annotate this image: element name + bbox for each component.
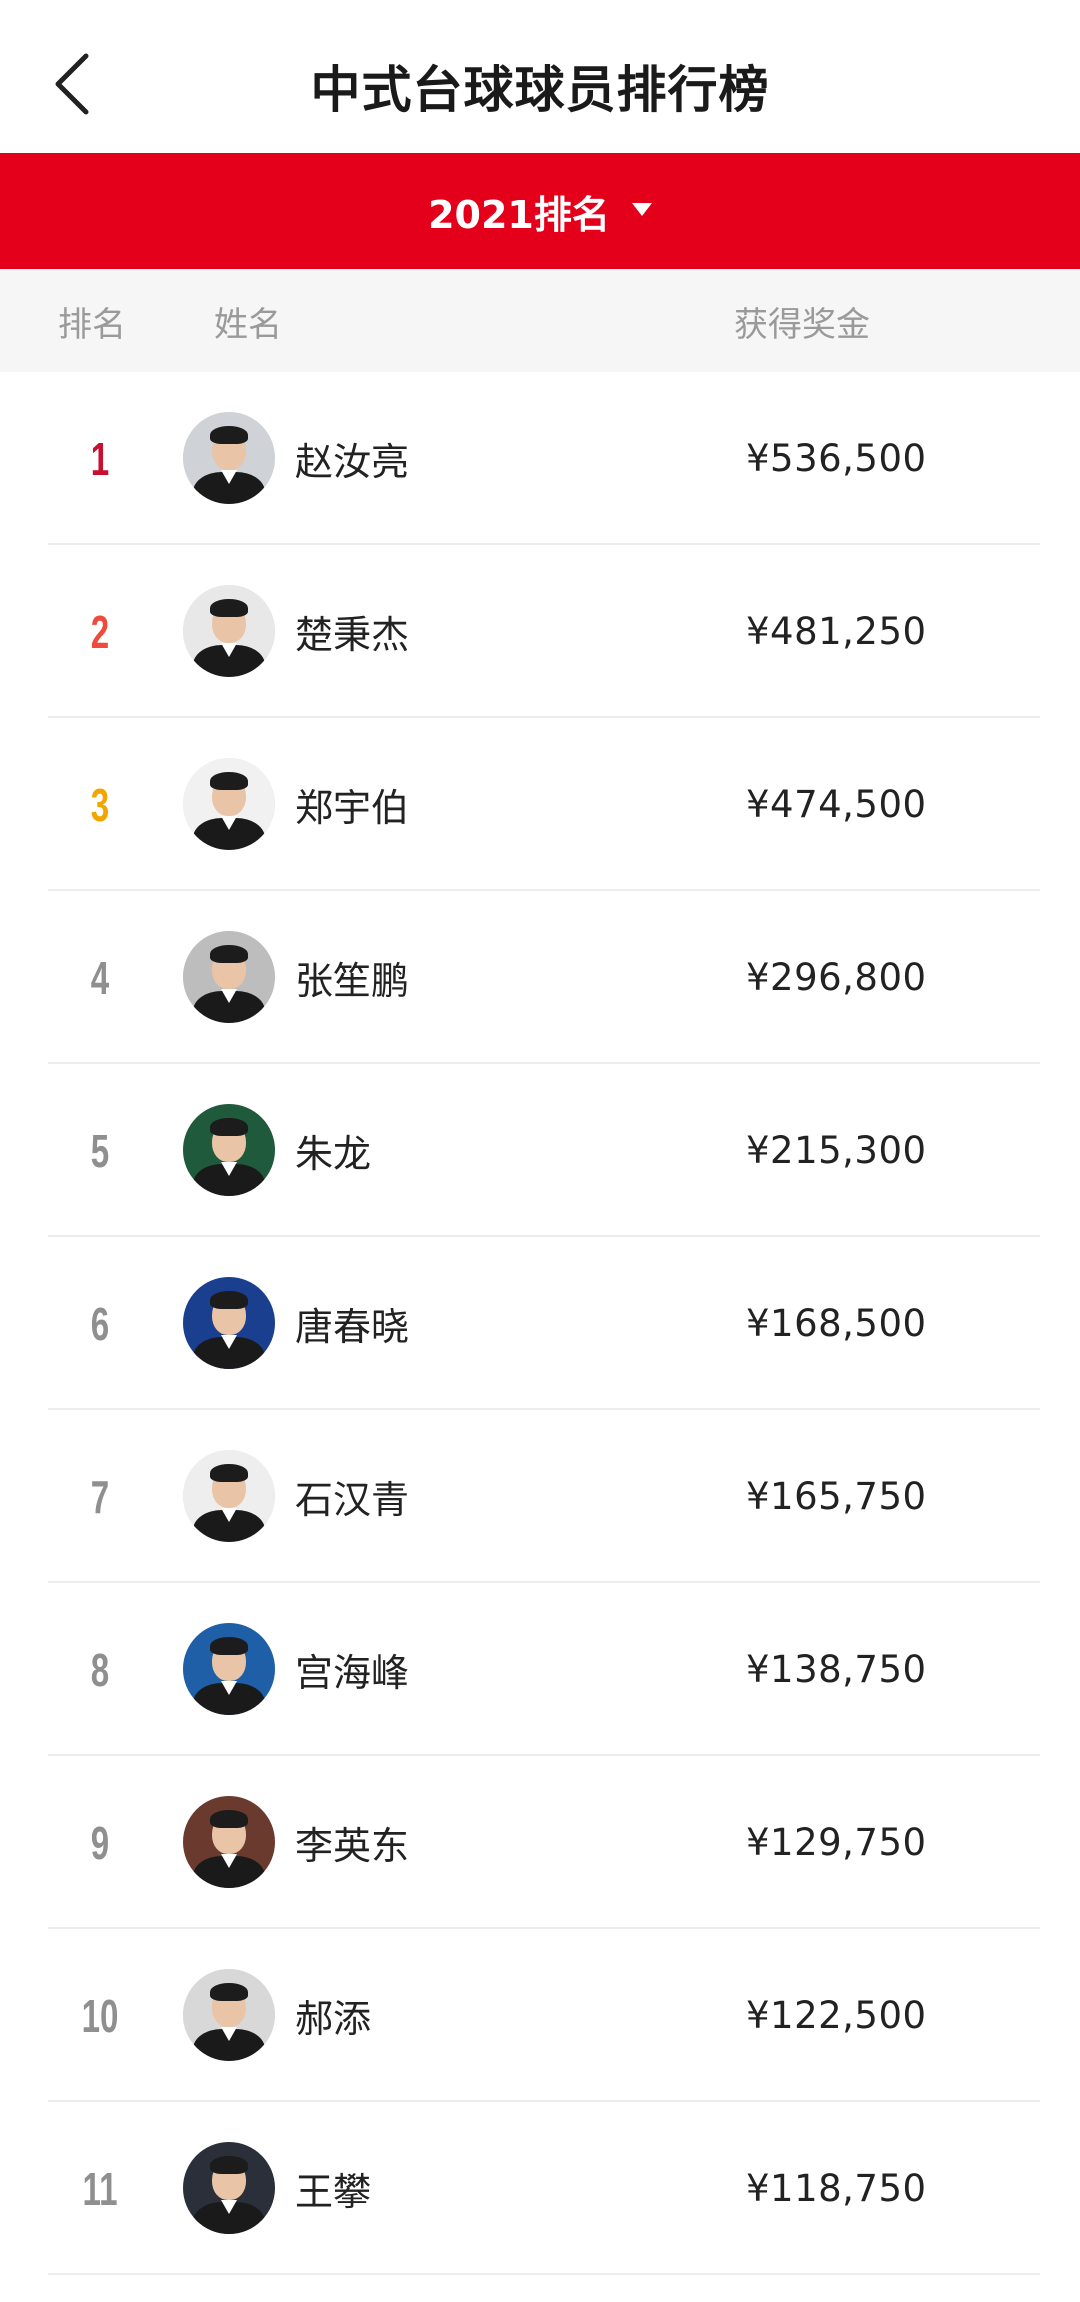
- player-name[interactable]: 宫海峰: [295, 1583, 409, 1756]
- player-name[interactable]: 唐春晓: [295, 1237, 409, 1410]
- rank-number: 5: [90, 1124, 110, 1177]
- player-avatar[interactable]: [183, 1796, 275, 1888]
- dropdown-arrow-icon: [631, 202, 652, 216]
- rank-number: 3: [90, 778, 110, 831]
- ranking-row[interactable]: 3 郑宇伯 ¥474,500: [0, 718, 1080, 891]
- row-divider: [48, 2273, 1040, 2275]
- rank-number: 11: [82, 2162, 118, 2215]
- player-name[interactable]: 赵汝亮: [295, 372, 409, 545]
- player-avatar[interactable]: [183, 931, 275, 1023]
- prize-amount: ¥536,500: [746, 437, 927, 480]
- ranking-row[interactable]: 8 宫海峰 ¥138,750: [0, 1583, 1080, 1756]
- player-name[interactable]: 张笙鹏: [295, 891, 409, 1064]
- player-avatar[interactable]: [183, 412, 275, 504]
- rank-number: 7: [90, 1470, 110, 1523]
- ranking-row[interactable]: 9 李英东 ¥129,750: [0, 1756, 1080, 1929]
- player-name[interactable]: 朱龙: [295, 1064, 371, 1237]
- player-name[interactable]: 王攀: [295, 2102, 371, 2275]
- player-name[interactable]: 郑宇伯: [295, 718, 409, 891]
- player-avatar[interactable]: [183, 758, 275, 850]
- rank-number: 2: [90, 605, 110, 658]
- column-header: 排名 姓名 获得奖金: [0, 269, 1080, 372]
- page-title: 中式台球球员排行榜: [310, 61, 770, 119]
- rank-number: 6: [90, 1297, 110, 1350]
- prize-amount: ¥296,800: [746, 956, 927, 999]
- prize-amount: ¥215,300: [746, 1129, 927, 1172]
- column-name: 姓名: [214, 305, 282, 345]
- rank-number: 9: [90, 1816, 110, 1869]
- prize-amount: ¥165,750: [746, 1475, 927, 1518]
- prize-amount: ¥118,750: [746, 2167, 927, 2210]
- rank-number: 4: [90, 951, 110, 1004]
- top-bar: 中式台球球员排行榜: [0, 0, 1080, 153]
- ranking-row[interactable]: 1 赵汝亮 ¥536,500: [0, 372, 1080, 545]
- ranking-row[interactable]: 2 楚秉杰 ¥481,250: [0, 545, 1080, 718]
- rank-number: 8: [90, 1643, 110, 1696]
- ranking-row[interactable]: 6 唐春晓 ¥168,500: [0, 1237, 1080, 1410]
- prize-amount: ¥168,500: [746, 1302, 927, 1345]
- rank-number: 10: [81, 1989, 119, 2042]
- prize-amount: ¥129,750: [746, 1821, 927, 1864]
- ranking-row[interactable]: 7 石汉青 ¥165,750: [0, 1410, 1080, 1583]
- prize-amount: ¥138,750: [746, 1648, 927, 1691]
- player-avatar[interactable]: [183, 585, 275, 677]
- ranking-row[interactable]: 4 张笙鹏 ¥296,800: [0, 891, 1080, 1064]
- year-ranking-label: 2021排名: [428, 192, 610, 237]
- rank-number: 1: [90, 432, 110, 485]
- player-name[interactable]: 郝添: [295, 1929, 371, 2102]
- year-ranking-selector[interactable]: 2021排名: [0, 153, 1080, 269]
- player-avatar[interactable]: [183, 1104, 275, 1196]
- player-avatar[interactable]: [183, 1277, 275, 1369]
- prize-amount: ¥481,250: [746, 610, 927, 653]
- player-name[interactable]: 石汉青: [295, 1410, 409, 1583]
- ranking-row[interactable]: 10 郝添 ¥122,500: [0, 1929, 1080, 2102]
- prize-amount: ¥474,500: [746, 783, 927, 826]
- player-name[interactable]: 李英东: [295, 1756, 409, 1929]
- player-avatar[interactable]: [183, 1623, 275, 1715]
- player-avatar[interactable]: [183, 1969, 275, 2061]
- ranking-row[interactable]: 5 朱龙 ¥215,300: [0, 1064, 1080, 1237]
- prize-amount: ¥122,500: [746, 1994, 927, 2037]
- player-avatar[interactable]: [183, 1450, 275, 1542]
- column-rank: 排名: [58, 305, 126, 345]
- player-name[interactable]: 楚秉杰: [295, 545, 409, 718]
- ranking-list: 1 赵汝亮 ¥536,500 2 楚秉杰 ¥481,250 3 郑宇伯 ¥474,500 4 张笙鹏…: [0, 372, 1080, 2275]
- column-prize: 获得奖金: [734, 305, 870, 345]
- player-avatar[interactable]: [183, 2142, 275, 2234]
- ranking-row[interactable]: 11 王攀 ¥118,750: [0, 2102, 1080, 2275]
